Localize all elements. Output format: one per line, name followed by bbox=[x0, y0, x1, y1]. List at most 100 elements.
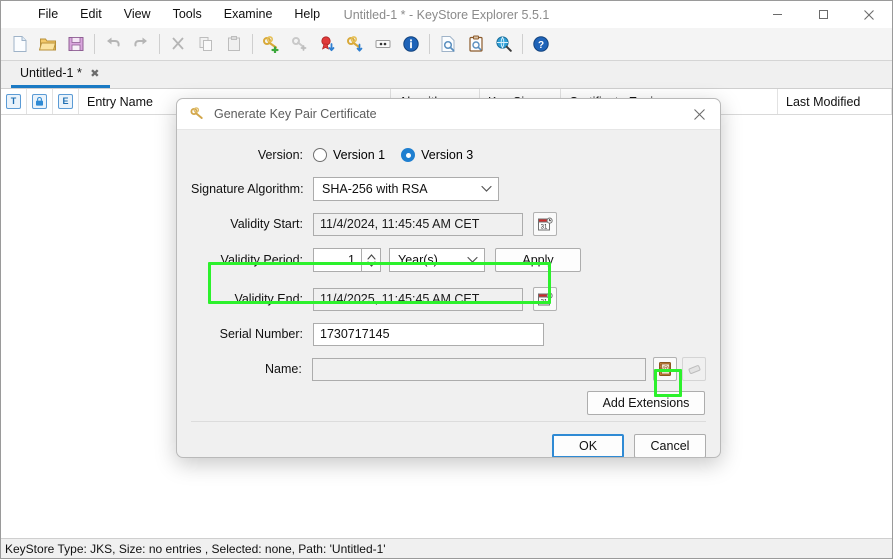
serial-number-row: Serial Number: 1730717145 bbox=[191, 321, 706, 347]
add-extensions-row: Add Extensions bbox=[191, 391, 706, 415]
key-pair-icon bbox=[189, 106, 205, 122]
status-bar: KeyStore Type: JKS, Size: no entries , S… bbox=[1, 538, 892, 558]
name-address-book-button[interactable]: @ bbox=[653, 357, 677, 381]
menu-tools[interactable]: Tools bbox=[162, 4, 213, 25]
tab-untitled-1[interactable]: Untitled-1 * ✖ bbox=[11, 61, 110, 88]
maximize-button[interactable] bbox=[800, 1, 846, 28]
tab-strip: Untitled-1 * ✖ bbox=[1, 61, 892, 89]
undo-icon bbox=[99, 30, 127, 58]
copy-icon bbox=[192, 30, 220, 58]
validity-end-calendar-button[interactable]: 31 bbox=[533, 287, 557, 311]
svg-text:31: 31 bbox=[541, 299, 548, 305]
examine-file-icon[interactable] bbox=[434, 30, 462, 58]
generate-key-pair-icon[interactable] bbox=[257, 30, 285, 58]
examine-clipboard-icon[interactable] bbox=[462, 30, 490, 58]
cut-icon bbox=[164, 30, 192, 58]
tab-label: Untitled-1 * bbox=[20, 66, 82, 80]
validity-period-spin-buttons[interactable] bbox=[361, 248, 381, 272]
signature-algorithm-label: Signature Algorithm: bbox=[191, 182, 313, 196]
chevron-down-icon bbox=[467, 256, 478, 264]
toolbar-separator bbox=[429, 34, 430, 54]
radio-version-3-dot bbox=[401, 148, 415, 162]
radio-version-3-label: Version 3 bbox=[421, 148, 473, 162]
validity-start-row: Validity Start: 11/4/2024, 11:45:45 AM C… bbox=[191, 211, 706, 237]
validity-end-label: Validity End: bbox=[191, 292, 313, 306]
title-bar: File Edit View Tools Examine Help Untitl… bbox=[1, 1, 892, 28]
examine-ssl-icon[interactable] bbox=[490, 30, 518, 58]
validity-start-input[interactable]: 11/4/2024, 11:45:45 AM CET bbox=[313, 213, 523, 236]
radio-version-3[interactable]: Version 3 bbox=[401, 148, 473, 162]
dialog-title: Generate Key Pair Certificate bbox=[214, 107, 684, 121]
signature-algorithm-select[interactable]: SHA-256 with RSA bbox=[313, 177, 499, 201]
open-keystore-icon[interactable] bbox=[34, 30, 62, 58]
name-clear-button bbox=[682, 357, 706, 381]
validity-start-calendar-button[interactable]: 31 bbox=[533, 212, 557, 236]
new-keystore-icon[interactable] bbox=[6, 30, 34, 58]
dialog-footer: OK Cancel bbox=[177, 415, 720, 458]
name-input[interactable] bbox=[312, 358, 647, 381]
validity-period-unit-select[interactable]: Year(s) bbox=[389, 248, 485, 272]
dialog-close-button[interactable] bbox=[684, 101, 714, 127]
add-extensions-button[interactable]: Add Extensions bbox=[587, 391, 705, 415]
menu-file[interactable]: File bbox=[27, 4, 69, 25]
column-header-lock[interactable] bbox=[27, 89, 53, 114]
toolbar-separator bbox=[159, 34, 160, 54]
radio-version-1-label: Version 1 bbox=[333, 148, 385, 162]
menu-view[interactable]: View bbox=[113, 4, 162, 25]
generate-secret-key-icon[interactable] bbox=[285, 30, 313, 58]
menu-edit[interactable]: Edit bbox=[69, 4, 113, 25]
tab-close-icon[interactable]: ✖ bbox=[89, 67, 101, 80]
footer-separator bbox=[191, 421, 706, 422]
ok-button[interactable]: OK bbox=[552, 434, 624, 458]
menu-help[interactable]: Help bbox=[283, 4, 331, 25]
serial-number-input[interactable]: 1730717145 bbox=[313, 323, 544, 346]
svg-text:31: 31 bbox=[541, 224, 548, 230]
import-trusted-certificate-icon[interactable] bbox=[313, 30, 341, 58]
column-header-type[interactable]: T bbox=[1, 89, 27, 114]
window-controls bbox=[754, 1, 892, 28]
toolbar-separator bbox=[522, 34, 523, 54]
main-toolbar: ? bbox=[1, 28, 892, 61]
signature-algorithm-row: Signature Algorithm: SHA-256 with RSA bbox=[191, 176, 706, 202]
import-key-pair-icon[interactable] bbox=[341, 30, 369, 58]
validity-end-input[interactable]: 11/4/2025, 11:45:45 AM CET bbox=[313, 288, 523, 311]
menu-bar: File Edit View Tools Examine Help bbox=[1, 1, 331, 28]
status-text: KeyStore Type: JKS, Size: no entries , S… bbox=[5, 542, 386, 556]
toolbar-separator bbox=[94, 34, 95, 54]
menu-examine[interactable]: Examine bbox=[213, 4, 284, 25]
cancel-button[interactable]: Cancel bbox=[634, 434, 706, 458]
version-row: Version: Version 1 Version 3 bbox=[191, 143, 706, 167]
validity-period-row: Validity Period: 1 Year(s) Apply bbox=[191, 247, 706, 273]
set-password-icon[interactable] bbox=[369, 30, 397, 58]
radio-version-1[interactable]: Version 1 bbox=[313, 148, 385, 162]
validity-period-amount-input[interactable]: 1 bbox=[313, 248, 361, 272]
close-button[interactable] bbox=[846, 1, 892, 28]
chevron-down-icon bbox=[481, 185, 492, 193]
dialog-action-buttons: OK Cancel bbox=[191, 434, 706, 458]
validity-period-label: Validity Period: bbox=[191, 253, 313, 267]
svg-text:?: ? bbox=[538, 40, 544, 51]
signature-algorithm-value: SHA-256 with RSA bbox=[322, 182, 475, 196]
name-label: Name: bbox=[191, 362, 312, 376]
validity-period-apply-button[interactable]: Apply bbox=[495, 248, 581, 272]
version-label: Version: bbox=[191, 148, 313, 162]
expiry-column-icon: E bbox=[58, 94, 73, 109]
validity-period-stepper[interactable]: 1 bbox=[313, 248, 381, 272]
svg-text:@: @ bbox=[662, 366, 669, 373]
validity-period-unit-value: Year(s) bbox=[398, 253, 461, 267]
minimize-button[interactable] bbox=[754, 1, 800, 28]
column-header-expiry[interactable]: E bbox=[53, 89, 79, 114]
serial-number-label: Serial Number: bbox=[191, 327, 313, 341]
validity-start-label: Validity Start: bbox=[191, 217, 313, 231]
chevron-up-icon bbox=[367, 254, 376, 260]
generate-key-pair-certificate-dialog: Generate Key Pair Certificate Version: V… bbox=[176, 98, 721, 458]
column-header-last-modified[interactable]: Last Modified bbox=[778, 89, 892, 114]
toolbar-separator bbox=[252, 34, 253, 54]
keystore-properties-icon[interactable] bbox=[397, 30, 425, 58]
help-icon[interactable]: ? bbox=[527, 30, 555, 58]
save-keystore-icon[interactable] bbox=[62, 30, 90, 58]
type-column-icon: T bbox=[6, 94, 21, 109]
name-row: Name: @ bbox=[191, 356, 706, 382]
paste-icon bbox=[220, 30, 248, 58]
chevron-down-icon bbox=[367, 261, 376, 267]
